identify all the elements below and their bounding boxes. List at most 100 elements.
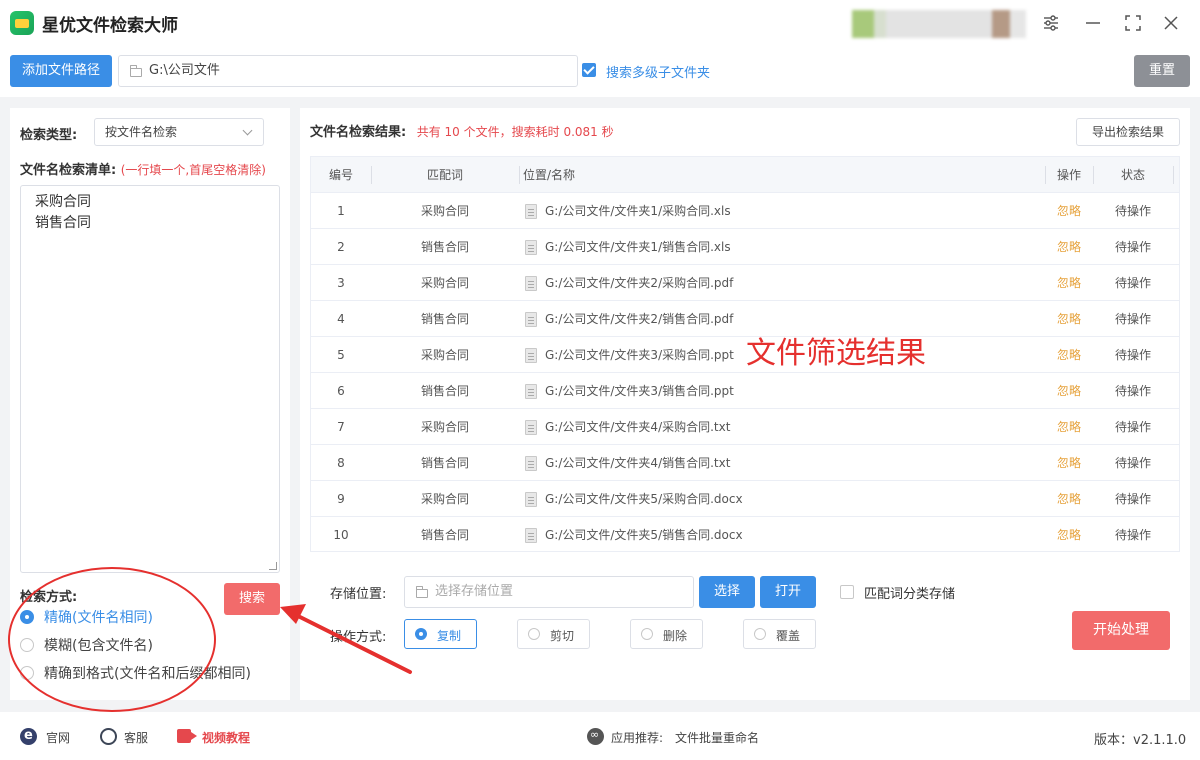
store-location-input[interactable]: 选择存储位置 [404,576,694,608]
row-path: G:/公司文件/文件夹1/销售合同.xls [545,240,731,254]
version-prefix: 版本： [1094,733,1134,748]
name-list-hint: (一行填一个,首尾空格清除) [120,163,266,177]
ignore-link[interactable]: 忽略 [1045,373,1093,409]
ignore-link[interactable]: 忽略 [1045,301,1093,337]
website-link[interactable]: 官网 [46,729,70,746]
op-copy-label: 复制 [437,629,462,643]
row-path: G:/公司文件/文件夹4/采购合同.txt [545,420,731,434]
start-processing-button[interactable]: 开始处理 [1072,611,1170,650]
table-row[interactable]: 3 采购合同 G:/公司文件/文件夹2/采购合同.pdf 忽略 待操作 [311,265,1179,301]
results-summary: 共有 10 个文件，搜索耗时 0.081 秒 [416,125,614,139]
op-overwrite-option[interactable]: 覆盖 [743,619,816,649]
results-header: 文件名检索结果: 共有 10 个文件，搜索耗时 0.081 秒 [310,121,614,140]
search-type-select[interactable]: 按文件名检索 [94,118,264,146]
annotation-caption: 文件筛选结果 [746,336,926,371]
table-row[interactable]: 5 采购合同 G:/公司文件/文件夹3/采购合同.ppt 忽略 待操作 [311,337,1179,373]
row-match-word: 采购合同 [420,420,469,434]
row-status: 待操作 [1114,240,1151,254]
settings-sliders-icon[interactable] [1038,10,1064,36]
service-link[interactable]: 客服 [124,729,148,746]
recommend-app-link[interactable]: 文件批量重命名 [675,729,759,746]
row-match-word: 采购合同 [420,204,469,218]
op-delete-radio[interactable] [641,628,653,640]
title-bar: 星优文件检索大师 [0,0,1200,46]
row-status: 待操作 [1114,312,1151,326]
video-camera-icon[interactable] [177,729,197,743]
app-logo-icon [10,11,34,35]
open-button[interactable]: 打开 [760,576,816,608]
col-number: 编号 [328,168,353,182]
op-cut-radio[interactable] [528,628,540,640]
table-row[interactable]: 10 销售合同 G:/公司文件/文件夹5/销售合同.docx 忽略 待操作 [311,517,1179,553]
table-row[interactable]: 1 采购合同 G:/公司文件/文件夹1/采购合同.xls 忽略 待操作 [311,193,1179,229]
user-avatar[interactable] [852,10,1026,38]
classify-checkbox[interactable] [840,585,854,599]
row-match-word: 采购合同 [420,348,469,362]
path-value: G:\公司文件 [149,63,220,78]
multi-level-label[interactable]: 搜索多级子文件夹 [606,62,710,81]
version-value: v2.1.1.0 [1133,733,1187,748]
row-path: G:/公司文件/文件夹5/销售合同.docx [545,528,743,542]
table-row[interactable]: 9 采购合同 G:/公司文件/文件夹5/采购合同.docx 忽略 待操作 [311,481,1179,517]
footer: e 官网 客服 视频教程 ∞ 应用推荐: 文件批量重命名 版本：v2.1.1.0 [0,712,1200,760]
name-list-textarea[interactable]: 采购合同 销售合同 [20,185,280,573]
video-tutorial-link[interactable]: 视频教程 [202,729,250,746]
ignore-link[interactable]: 忽略 [1045,445,1093,481]
choose-button[interactable]: 选择 [699,576,755,608]
add-file-path-button[interactable]: 添加文件路径 [10,55,112,87]
table-row[interactable]: 8 销售合同 G:/公司文件/文件夹4/销售合同.txt 忽略 待操作 [311,445,1179,481]
name-list-line: 销售合同 [35,215,91,231]
op-cut-option[interactable]: 剪切 [517,619,590,649]
row-number: 5 [337,348,345,362]
export-results-button[interactable]: 导出检索结果 [1076,118,1180,146]
ignore-link[interactable]: 忽略 [1045,193,1093,229]
row-status: 待操作 [1114,528,1151,542]
row-number: 4 [337,312,345,326]
search-type-value: 按文件名检索 [105,125,178,139]
row-number: 8 [337,456,345,470]
store-location-placeholder: 选择存储位置 [435,584,514,599]
row-match-word: 销售合同 [420,384,469,398]
ignore-link[interactable]: 忽略 [1045,409,1093,445]
reset-button[interactable]: 重置 [1134,55,1190,87]
row-path: G:/公司文件/文件夹2/采购合同.pdf [545,276,734,290]
chevron-down-icon [242,125,253,136]
row-status: 待操作 [1114,204,1151,218]
ignore-link[interactable]: 忽略 [1045,517,1093,553]
link-icon: ∞ [587,728,604,745]
row-status: 待操作 [1114,348,1151,362]
ignore-link[interactable]: 忽略 [1045,337,1093,373]
op-copy-radio[interactable] [415,628,427,640]
ignore-link[interactable]: 忽略 [1045,229,1093,265]
table-row[interactable]: 7 采购合同 G:/公司文件/文件夹4/采购合同.txt 忽略 待操作 [311,409,1179,445]
path-input[interactable]: G:\公司文件 [118,55,578,87]
ignore-link[interactable]: 忽略 [1045,481,1093,517]
op-overwrite-label: 覆盖 [776,629,801,643]
table-row[interactable]: 6 销售合同 G:/公司文件/文件夹3/销售合同.ppt 忽略 待操作 [311,373,1179,409]
table-row[interactable]: 2 销售合同 G:/公司文件/文件夹1/销售合同.xls 忽略 待操作 [311,229,1179,265]
ignore-link[interactable]: 忽略 [1045,265,1093,301]
row-match-word: 销售合同 [420,240,469,254]
close-icon[interactable] [1158,10,1184,36]
row-path: G:/公司文件/文件夹4/销售合同.txt [545,456,731,470]
row-number: 10 [333,528,349,542]
annotation-ellipse [8,567,216,712]
website-e-icon[interactable]: e [20,728,37,745]
multi-level-checkbox[interactable] [582,63,596,77]
column-divider [519,166,520,184]
service-chat-icon[interactable] [100,728,117,745]
table-header: 编号 匹配词 位置/名称 操作 状态 [311,157,1179,193]
classify-label[interactable]: 匹配词分类存储 [864,583,955,602]
table-row[interactable]: 4 销售合同 G:/公司文件/文件夹2/销售合同.pdf 忽略 待操作 [311,301,1179,337]
resize-handle-icon[interactable] [269,562,277,570]
recommend-prefix: 应用推荐: [611,731,664,745]
name-list-title: 文件名检索清单: [20,163,117,178]
op-delete-option[interactable]: 删除 [630,619,703,649]
row-number: 9 [337,492,345,506]
row-match-word: 采购合同 [420,276,469,290]
maximize-icon[interactable] [1120,10,1146,36]
minimize-icon[interactable] [1080,10,1106,36]
name-list-line: 采购合同 [35,194,91,210]
op-overwrite-radio[interactable] [754,628,766,640]
folder-icon [130,65,142,77]
